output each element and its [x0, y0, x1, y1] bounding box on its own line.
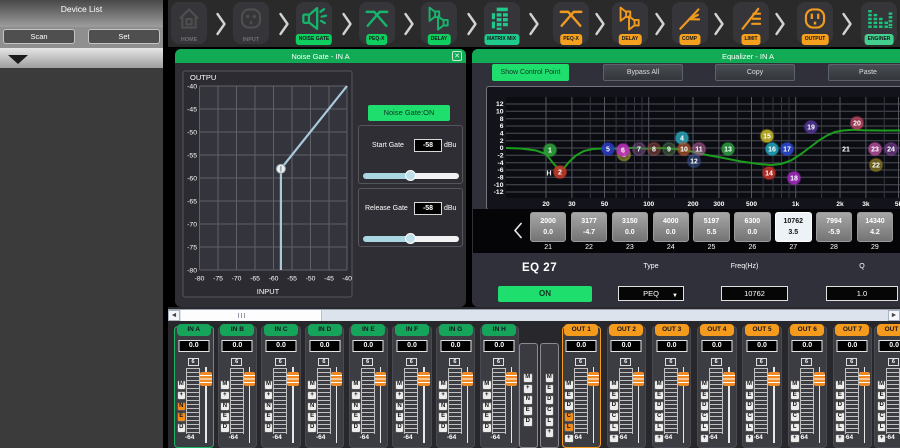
svg-text:22: 22	[872, 163, 880, 170]
svg-text:-6: -6	[497, 167, 503, 174]
svg-text:14: 14	[765, 171, 773, 178]
svg-text:7: 7	[637, 147, 641, 154]
svg-text:-10: -10	[494, 182, 504, 189]
svg-text:-40: -40	[187, 84, 197, 91]
svg-text:8: 8	[500, 116, 504, 123]
svg-text:19: 19	[807, 125, 815, 132]
svg-text:10: 10	[680, 147, 688, 154]
svg-text:18: 18	[790, 176, 798, 183]
svg-text:-55: -55	[287, 276, 297, 283]
svg-text:24: 24	[887, 147, 895, 154]
svg-text:-75: -75	[213, 276, 223, 283]
svg-text:8: 8	[652, 147, 656, 154]
svg-text:-65: -65	[187, 199, 197, 206]
svg-text:4: 4	[500, 131, 504, 138]
svg-text:-70: -70	[232, 276, 242, 283]
svg-text:-45: -45	[324, 276, 334, 283]
svg-text:-4: -4	[497, 160, 503, 167]
svg-text:21: 21	[842, 147, 850, 154]
svg-text:50: 50	[601, 201, 609, 208]
svg-text:-65: -65	[250, 276, 260, 283]
svg-text:300: 300	[713, 201, 724, 208]
svg-text:200: 200	[687, 201, 698, 208]
svg-text:20: 20	[853, 121, 861, 128]
svg-text:-45: -45	[187, 107, 197, 114]
svg-text:-2: -2	[497, 153, 503, 160]
svg-text:3k: 3k	[862, 201, 870, 208]
svg-text:OUTPU: OUTPU	[190, 73, 216, 82]
svg-text:-60: -60	[269, 276, 279, 283]
svg-text:9: 9	[667, 147, 671, 154]
svg-text:16: 16	[768, 147, 776, 154]
svg-text:-40: -40	[342, 276, 352, 283]
svg-text:100: 100	[643, 201, 654, 208]
svg-text:-50: -50	[306, 276, 316, 283]
svg-text:-80: -80	[195, 276, 205, 283]
svg-text:-8: -8	[497, 175, 503, 182]
svg-text:-55: -55	[187, 153, 197, 160]
svg-text:2: 2	[500, 138, 504, 145]
svg-text:-60: -60	[187, 176, 197, 183]
svg-text:11: 11	[695, 147, 703, 154]
svg-text:5: 5	[606, 147, 610, 154]
svg-text:30: 30	[568, 201, 576, 208]
svg-text:4: 4	[680, 136, 684, 143]
svg-text:-70: -70	[187, 222, 197, 229]
svg-text:0: 0	[500, 145, 504, 152]
svg-text:-80: -80	[187, 268, 197, 275]
svg-text:1: 1	[548, 148, 552, 155]
svg-text:-75: -75	[187, 245, 197, 252]
svg-text:2k: 2k	[836, 201, 844, 208]
svg-text:6: 6	[500, 123, 504, 130]
svg-text:-12: -12	[494, 189, 504, 196]
svg-text:5k: 5k	[895, 201, 900, 208]
svg-text:10: 10	[496, 109, 504, 116]
svg-text:17: 17	[783, 147, 791, 154]
svg-text:H: H	[546, 171, 551, 178]
svg-text:12: 12	[496, 101, 504, 108]
svg-text:23: 23	[871, 147, 879, 154]
svg-text:1k: 1k	[792, 201, 800, 208]
svg-text:-50: -50	[187, 130, 197, 137]
svg-text:15: 15	[763, 134, 771, 141]
svg-text:2: 2	[558, 170, 562, 177]
svg-text:13: 13	[724, 147, 732, 154]
svg-text:20: 20	[542, 201, 550, 208]
svg-text:INPUT: INPUT	[257, 287, 280, 296]
svg-text:500: 500	[746, 201, 757, 208]
svg-text:12: 12	[690, 159, 698, 166]
svg-text:6: 6	[621, 148, 625, 155]
